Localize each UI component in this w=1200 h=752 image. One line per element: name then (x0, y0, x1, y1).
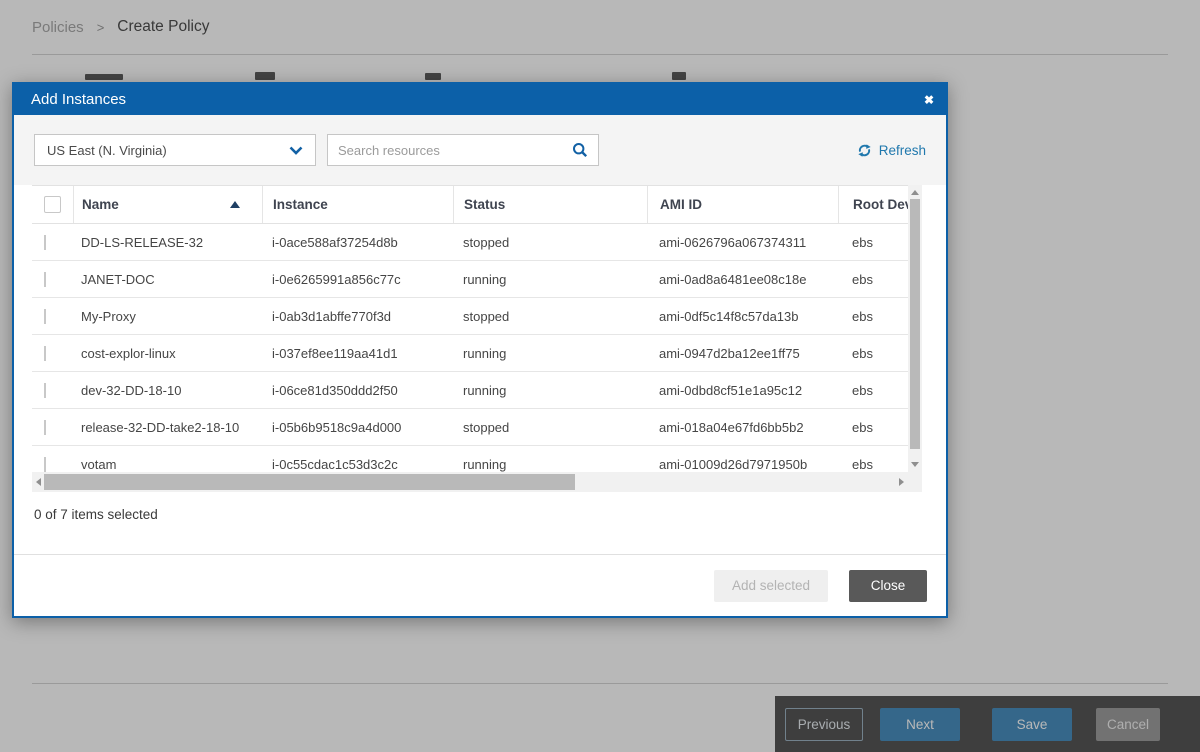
table-body: DD-LS-RELEASE-32 i-0ace588af37254d8b sto… (32, 224, 908, 472)
instance-name: votam (73, 457, 262, 472)
search-input[interactable] (338, 143, 572, 158)
instance-name: My-Proxy (73, 309, 262, 324)
instance-status: stopped (453, 235, 647, 250)
root-device: ebs (838, 457, 908, 472)
ami-id: ami-0ad8a6481ee08c18e (647, 272, 838, 287)
column-header-ami-id[interactable]: AMI ID (647, 186, 838, 223)
search-icon[interactable] (572, 142, 588, 158)
row-checkbox[interactable] (44, 346, 46, 361)
ami-id: ami-0947d2ba12ee1ff75 (647, 346, 838, 361)
scroll-right-icon[interactable] (899, 478, 904, 486)
root-device: ebs (838, 346, 908, 361)
instance-name: DD-LS-RELEASE-32 (73, 235, 262, 250)
instance-id: i-0e6265991a856c77c (262, 272, 453, 287)
resources-table: Name Instance Status AMI ID Root Device (32, 185, 922, 492)
instance-status: running (453, 383, 647, 398)
instance-status: running (453, 272, 647, 287)
ami-id: ami-0df5c14f8c57da13b (647, 309, 838, 324)
instance-id: i-0c55cdac1c53d3c2c (262, 457, 453, 472)
search-box (327, 134, 599, 166)
instance-id: i-0ab3d1abffe770f3d (262, 309, 453, 324)
scrollbar-corner (908, 472, 922, 492)
close-button[interactable]: Close (849, 570, 927, 602)
root-device: ebs (838, 420, 908, 435)
add-selected-button[interactable]: Add selected (714, 570, 828, 602)
vertical-scrollbar-thumb[interactable] (910, 199, 920, 449)
row-checkbox[interactable] (44, 272, 46, 287)
instance-name: dev-32-DD-18-10 (73, 383, 262, 398)
root-device: ebs (838, 309, 908, 324)
table-header-row: Name Instance Status AMI ID Root Device (32, 185, 908, 224)
instance-status: stopped (453, 309, 647, 324)
root-device: ebs (838, 235, 908, 250)
region-dropdown[interactable]: US East (N. Virginia) (34, 134, 316, 166)
root-device: ebs (838, 383, 908, 398)
refresh-icon (857, 143, 872, 158)
column-header-name[interactable]: Name (73, 186, 262, 223)
ami-id: ami-018a04e67fd6bb5b2 (647, 420, 838, 435)
instance-status: stopped (453, 420, 647, 435)
table-row[interactable]: release-32-DD-take2-18-10 i-05b6b9518c9a… (32, 409, 908, 446)
select-all-checkbox[interactable] (44, 196, 61, 213)
sort-ascending-icon (230, 201, 240, 208)
instance-id: i-05b6b9518c9a4d000 (262, 420, 453, 435)
ami-id: ami-0dbd8cf51e1a95c12 (647, 383, 838, 398)
column-header-instance[interactable]: Instance (262, 186, 453, 223)
modal-header: Add Instances ✖ (14, 84, 946, 115)
table-row[interactable]: DD-LS-RELEASE-32 i-0ace588af37254d8b sto… (32, 224, 908, 261)
row-checkbox[interactable] (44, 309, 46, 324)
table-row[interactable]: votam i-0c55cdac1c53d3c2c running ami-01… (32, 446, 908, 472)
selection-summary: 0 of 7 items selected (34, 507, 946, 522)
row-checkbox[interactable] (44, 383, 46, 398)
table-row[interactable]: dev-32-DD-18-10 i-06ce81d350ddd2f50 runn… (32, 372, 908, 409)
modal-title: Add Instances (31, 91, 126, 108)
scroll-left-icon[interactable] (36, 478, 41, 486)
close-icon[interactable]: ✖ (924, 94, 934, 106)
instance-id: i-0ace588af37254d8b (262, 235, 453, 250)
ami-id: ami-01009d26d7971950b (647, 457, 838, 472)
column-header-status[interactable]: Status (453, 186, 647, 223)
horizontal-scrollbar-thumb[interactable] (44, 474, 575, 490)
instance-name: release-32-DD-take2-18-10 (73, 420, 262, 435)
instance-name: cost-explor-linux (73, 346, 262, 361)
modal-toolbar: US East (N. Virginia) (14, 115, 946, 185)
instance-status: running (453, 457, 647, 472)
table-row[interactable]: JANET-DOC i-0e6265991a856c77c running am… (32, 261, 908, 298)
chevron-down-icon (289, 146, 303, 155)
row-checkbox[interactable] (44, 420, 46, 435)
table-row[interactable]: cost-explor-linux i-037ef8ee119aa41d1 ru… (32, 335, 908, 372)
row-checkbox[interactable] (44, 457, 46, 472)
refresh-button[interactable]: Refresh (857, 143, 926, 158)
refresh-label: Refresh (879, 143, 926, 158)
horizontal-scrollbar[interactable] (32, 472, 908, 492)
instance-id: i-06ce81d350ddd2f50 (262, 383, 453, 398)
row-checkbox[interactable] (44, 235, 46, 250)
vertical-scrollbar[interactable] (908, 185, 922, 472)
scroll-up-icon[interactable] (911, 190, 919, 195)
column-header-root-device[interactable]: Root Device (838, 186, 908, 223)
instance-id: i-037ef8ee119aa41d1 (262, 346, 453, 361)
modal-footer: Add selected Close (14, 554, 946, 616)
instance-status: running (453, 346, 647, 361)
ami-id: ami-0626796a067374311 (647, 235, 838, 250)
region-dropdown-value: US East (N. Virginia) (47, 143, 167, 158)
instance-name: JANET-DOC (73, 272, 262, 287)
add-instances-modal: Add Instances ✖ US East (N. Virginia) (12, 82, 948, 618)
scroll-down-icon[interactable] (911, 462, 919, 467)
root-device: ebs (838, 272, 908, 287)
table-row[interactable]: My-Proxy i-0ab3d1abffe770f3d stopped ami… (32, 298, 908, 335)
